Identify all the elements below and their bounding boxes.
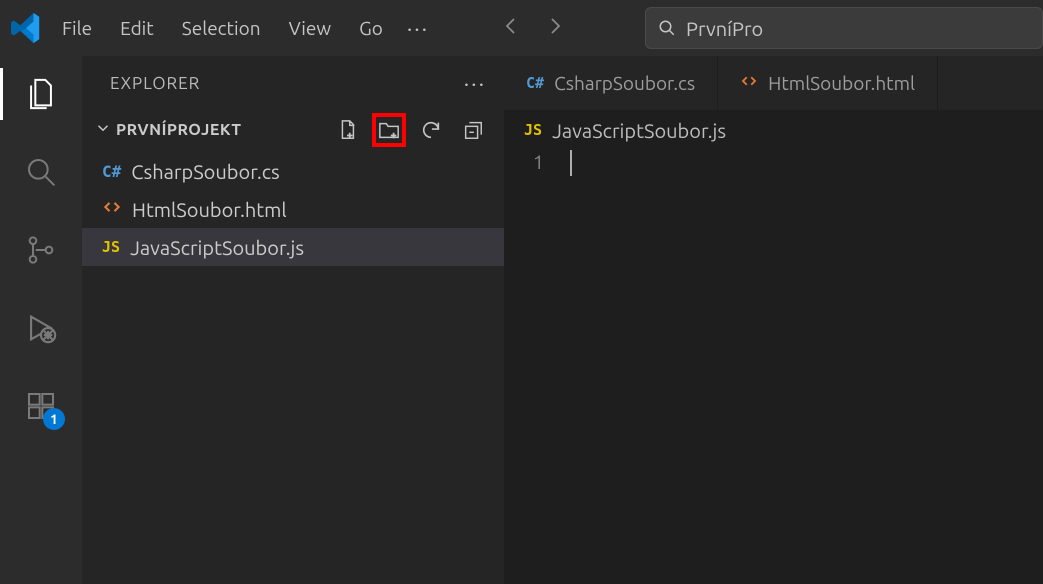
extensions-badge: 1 <box>43 408 65 430</box>
js-file-icon: JS <box>524 121 542 139</box>
editor-text-area[interactable]: 1 <box>504 150 1043 584</box>
html-file-icon <box>740 72 758 94</box>
explorer-folder-header[interactable]: PRVNÍPROJEKT <box>82 110 504 150</box>
new-folder-icon[interactable] <box>374 115 404 145</box>
title-bar: File Edit Selection View Go ··· PrvníPro <box>0 0 1043 56</box>
activity-explorer-icon[interactable] <box>21 74 61 114</box>
menu-view[interactable]: View <box>275 11 346 45</box>
file-row-cs[interactable]: C# CsharpSoubor.cs <box>82 152 504 190</box>
tab-label: CsharpSoubor.cs <box>554 72 695 94</box>
file-row-html[interactable]: HtmlSoubor.html <box>82 190 504 228</box>
file-row-js[interactable]: JS JavaScriptSoubor.js <box>82 228 504 266</box>
line-number: 1 <box>504 150 566 173</box>
tab-csharp[interactable]: C# CsharpSoubor.cs <box>504 56 718 110</box>
menu-edit[interactable]: Edit <box>106 11 168 45</box>
js-file-icon: JS <box>102 238 120 256</box>
nav-back-icon[interactable] <box>499 14 523 43</box>
search-icon <box>658 19 676 37</box>
activity-source-control-icon[interactable] <box>21 230 61 270</box>
html-file-icon <box>102 197 122 221</box>
activity-bar: 1 <box>0 56 82 584</box>
command-center-search[interactable]: PrvníPro <box>645 7 1043 49</box>
csharp-file-icon: C# <box>102 162 121 181</box>
explorer-title: EXPLORER <box>110 74 200 93</box>
editor-tabs: C# CsharpSoubor.cs HtmlSoubor.html <box>504 56 1043 110</box>
collapse-all-icon[interactable] <box>458 115 488 145</box>
activity-extensions-icon[interactable]: 1 <box>21 386 61 426</box>
file-name: CsharpSoubor.cs <box>131 160 279 183</box>
activity-run-debug-icon[interactable] <box>21 308 61 348</box>
menu-go[interactable]: Go <box>345 11 397 45</box>
activity-search-icon[interactable] <box>21 152 61 192</box>
explorer-folder-name: PRVNÍPROJEKT <box>116 121 241 139</box>
file-name: JavaScriptSoubor.js <box>130 236 304 259</box>
search-placeholder: PrvníPro <box>686 17 763 40</box>
breadcrumb-file: JavaScriptSoubor.js <box>552 119 726 142</box>
menu-overflow-icon[interactable]: ··· <box>397 10 439 47</box>
tab-label: HtmlSoubor.html <box>768 72 915 94</box>
csharp-file-icon: C# <box>526 74 544 92</box>
text-cursor <box>570 150 572 176</box>
nav-arrows <box>499 14 567 43</box>
refresh-icon[interactable] <box>416 115 446 145</box>
vscode-logo-icon <box>4 0 48 56</box>
menu-file[interactable]: File <box>48 11 106 45</box>
explorer-more-icon[interactable]: ··· <box>464 71 486 96</box>
menu-selection[interactable]: Selection <box>168 11 275 45</box>
file-tree: C# CsharpSoubor.cs HtmlSoubor.html JS Ja… <box>82 150 504 266</box>
new-file-icon[interactable] <box>332 115 362 145</box>
menu-bar: File Edit Selection View Go ··· <box>48 10 439 47</box>
editor-group: C# CsharpSoubor.cs HtmlSoubor.html JS Ja… <box>504 56 1043 584</box>
tab-html[interactable]: HtmlSoubor.html <box>718 56 938 110</box>
sidebar-explorer: EXPLORER ··· PRVNÍPROJEKT <box>82 56 504 584</box>
chevron-down-icon <box>92 119 114 141</box>
file-name: HtmlSoubor.html <box>132 198 287 221</box>
breadcrumb[interactable]: JS JavaScriptSoubor.js <box>504 110 1043 150</box>
nav-forward-icon[interactable] <box>543 14 567 43</box>
